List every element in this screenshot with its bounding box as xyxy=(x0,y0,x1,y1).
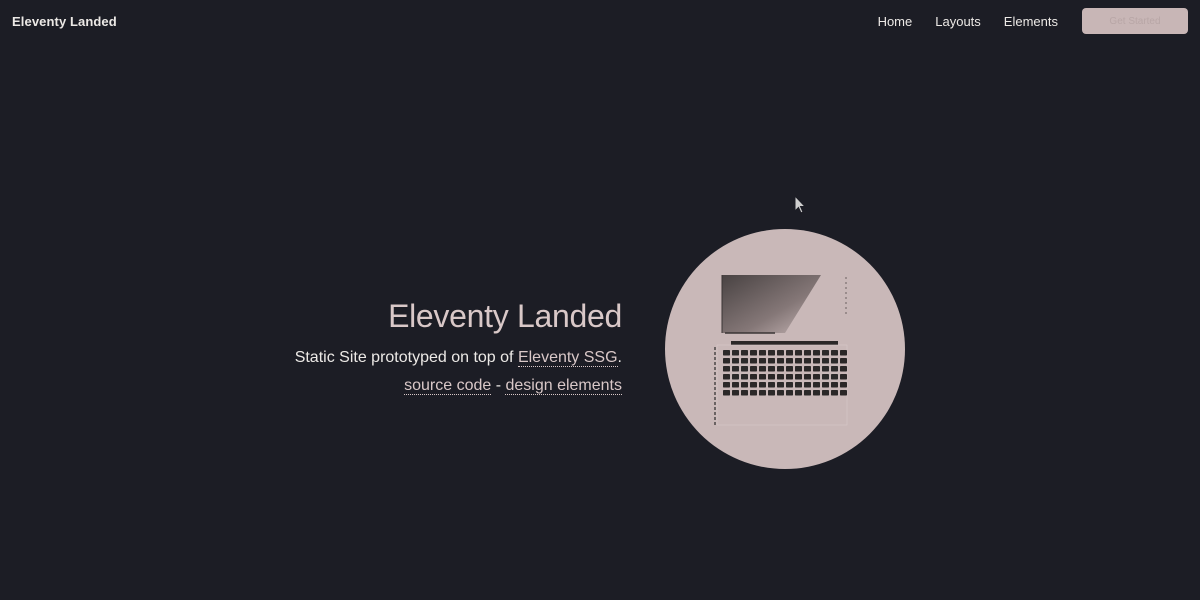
nav-elements-link[interactable]: Elements xyxy=(1004,14,1058,29)
laptop-icon xyxy=(714,275,848,426)
main-nav: Home Layouts Elements Get Started xyxy=(878,8,1188,34)
hero-links: source code - design elements xyxy=(295,376,622,396)
hero-subtitle: Static Site prototyped on top of Elevent… xyxy=(295,348,622,368)
hero-subtitle-prefix: Static Site prototyped on top of xyxy=(294,349,518,366)
eleventy-ssg-link[interactable]: Eleventy SSG xyxy=(517,349,618,367)
hero-title: Eleventy Landed xyxy=(388,298,622,334)
hero-subtitle-suffix: . xyxy=(617,349,622,366)
get-started-button[interactable]: Get Started xyxy=(1082,8,1188,34)
design-elements-link[interactable]: design elements xyxy=(505,377,622,395)
source-code-link[interactable]: source code xyxy=(404,377,492,395)
brand-link[interactable]: Eleventy Landed xyxy=(12,14,117,29)
link-separator: - xyxy=(491,377,506,394)
hero-image xyxy=(665,229,905,469)
mouse-cursor-icon xyxy=(794,195,807,214)
site-header: Eleventy Landed Home Layouts Elements Ge… xyxy=(0,0,1200,42)
nav-layouts-link[interactable]: Layouts xyxy=(935,14,981,29)
hero-section: Eleventy Landed Static Site prototyped o… xyxy=(295,296,622,396)
page: Eleventy Landed Home Layouts Elements Ge… xyxy=(0,0,1200,600)
nav-home-link[interactable]: Home xyxy=(878,14,913,29)
